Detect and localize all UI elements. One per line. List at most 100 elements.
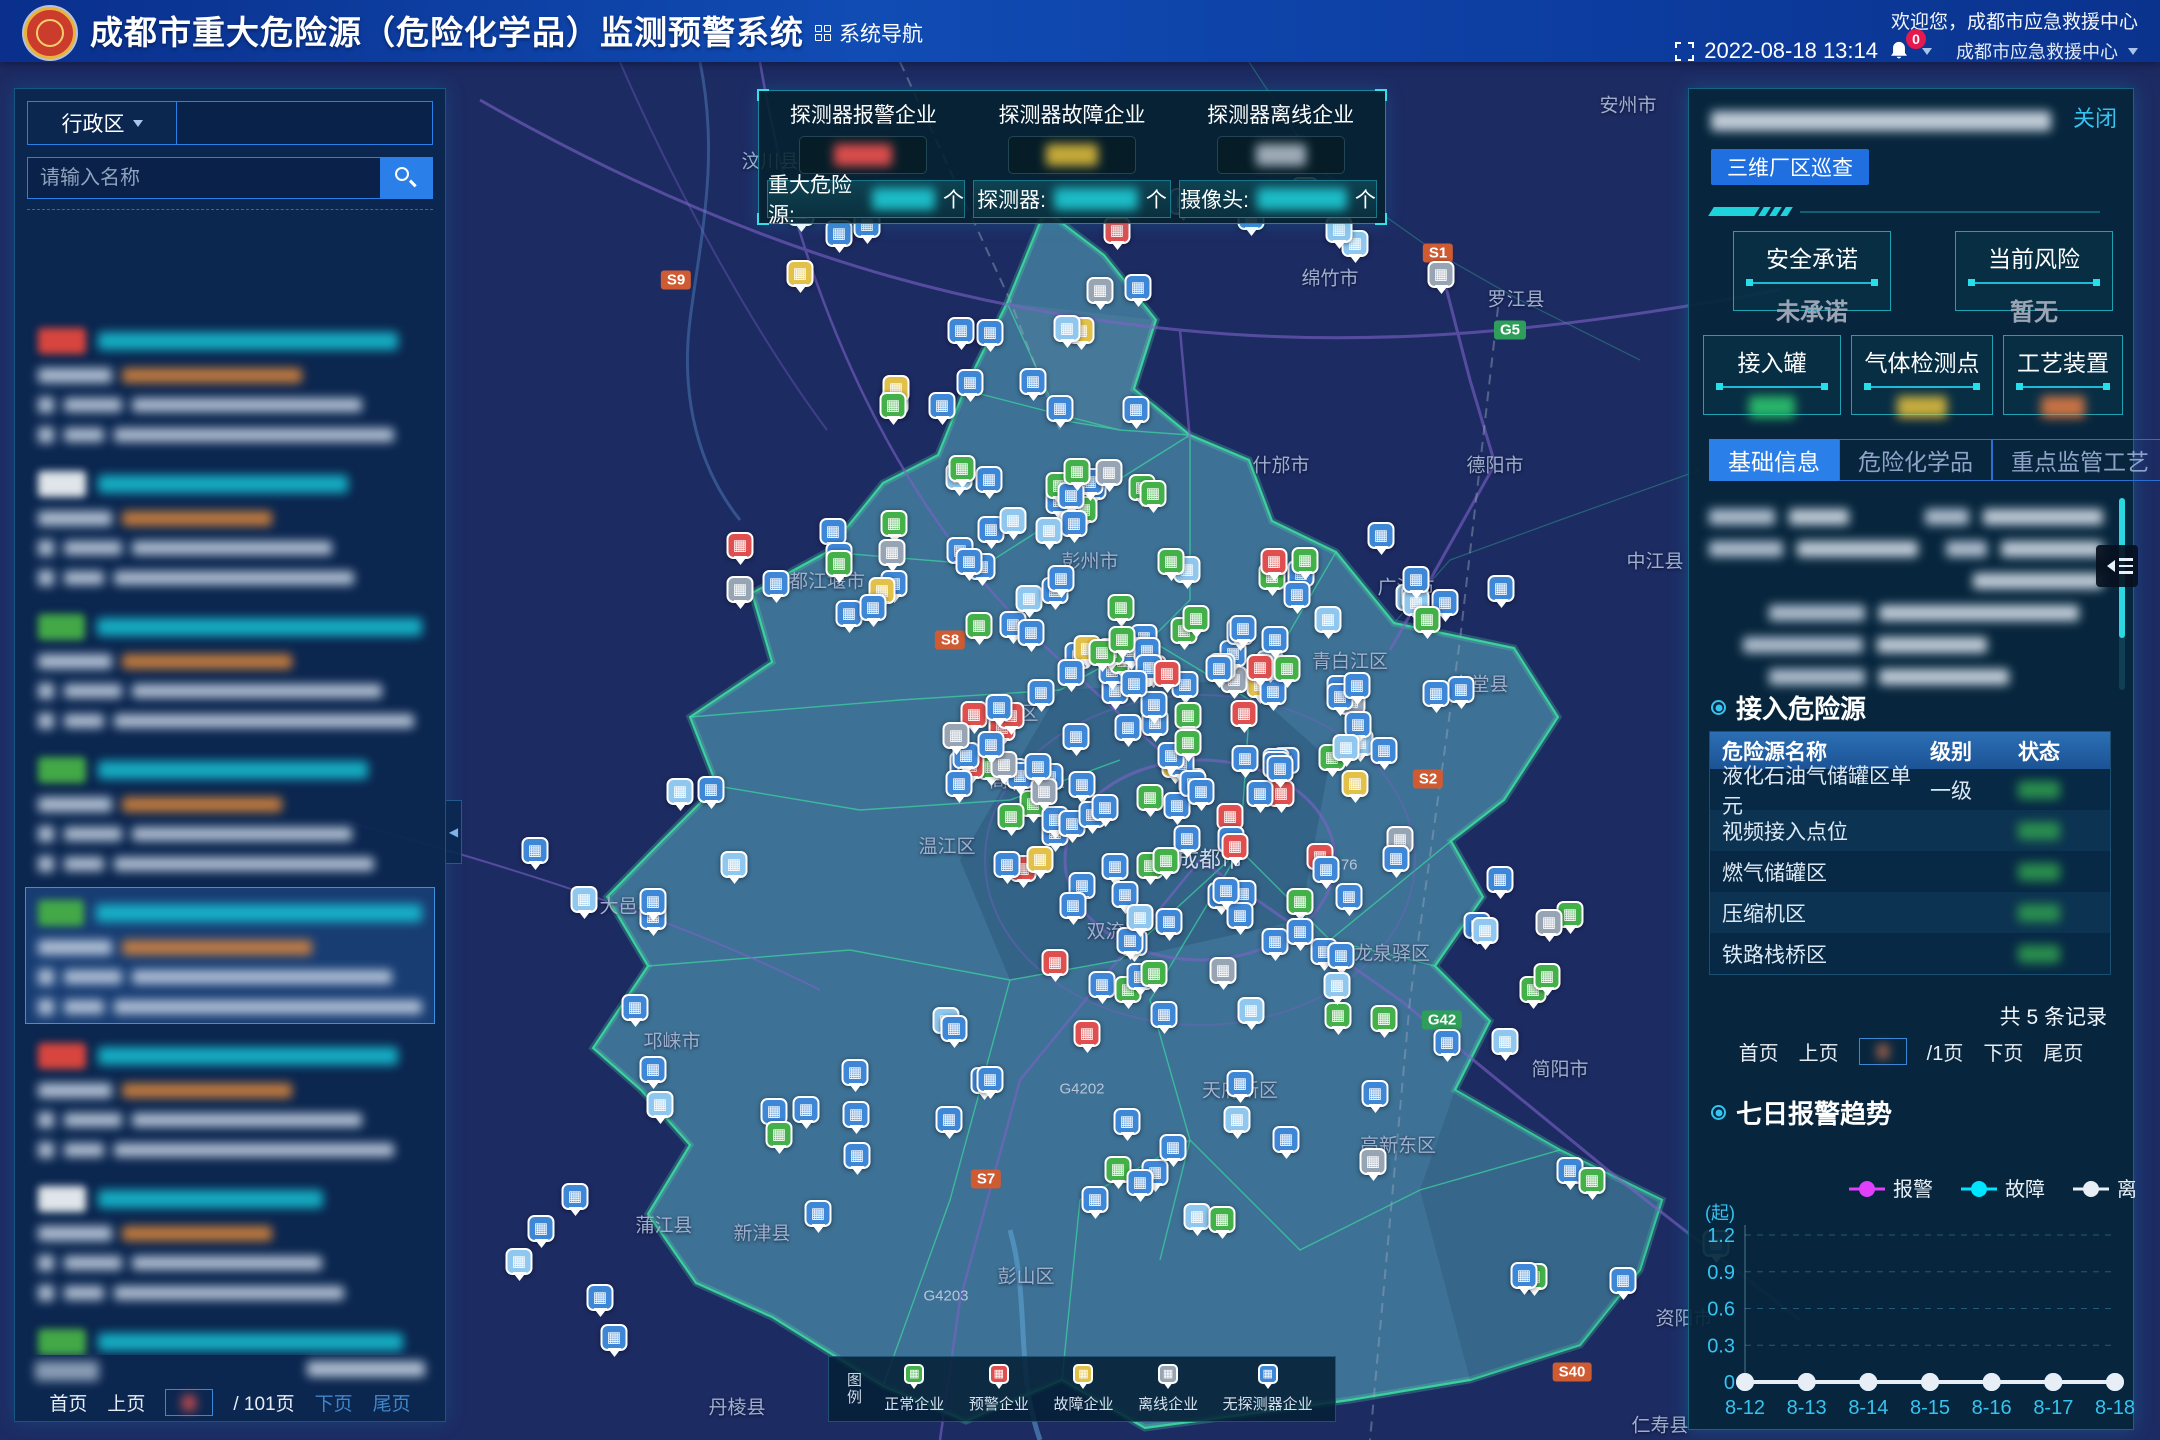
map-marker[interactable]: ▦	[877, 539, 907, 579]
map-marker[interactable]: ▦	[1228, 615, 1258, 655]
map-marker[interactable]: ▦	[504, 1248, 534, 1288]
map-marker[interactable]: ▦	[665, 778, 695, 818]
map-marker[interactable]: ▦	[1151, 847, 1181, 887]
prev-page-button[interactable]: 上页	[107, 1389, 145, 1416]
map-marker[interactable]: ▦	[1125, 1169, 1155, 1209]
chevron-down-icon[interactable]	[1922, 48, 1932, 60]
map-marker[interactable]: ▦	[638, 1056, 668, 1096]
map-marker[interactable]: ▦	[998, 507, 1028, 547]
map-marker[interactable]: ▦	[1094, 459, 1124, 499]
map-marker[interactable]: ▦	[1282, 581, 1312, 621]
map-marker[interactable]: ▦	[791, 1096, 821, 1136]
map-marker[interactable]: ▦	[1532, 963, 1562, 1003]
map-marker[interactable]: ▦	[1207, 1206, 1237, 1246]
map-marker[interactable]: ▦	[975, 319, 1005, 359]
map-marker[interactable]: ▦	[1034, 517, 1064, 557]
map-marker[interactable]: ▦	[1401, 566, 1431, 606]
hazard-table-row[interactable]: 燃气储罐区	[1710, 851, 2110, 892]
map-marker[interactable]: ▦	[638, 888, 668, 928]
map-marker[interactable]: ▦	[803, 1200, 833, 1240]
map-marker[interactable]: ▦	[1156, 548, 1186, 588]
map-marker[interactable]: ▦	[955, 369, 985, 409]
next-page-button[interactable]: 下页	[1983, 1037, 2023, 1066]
map-marker[interactable]: ▦	[878, 392, 908, 432]
map-marker[interactable]: ▦	[842, 1142, 872, 1182]
map-marker[interactable]: ▦	[1173, 729, 1203, 769]
last-page-button[interactable]: 尾页	[373, 1389, 411, 1416]
map-marker[interactable]: ▦	[696, 776, 726, 816]
map-marker[interactable]: ▦	[785, 260, 815, 300]
map-marker[interactable]: ▦	[1577, 1167, 1607, 1207]
notification-bell-icon[interactable]: 0	[1888, 39, 1912, 63]
last-page-button[interactable]: 尾页	[2043, 1037, 2083, 1066]
map-marker[interactable]: ▦	[1421, 680, 1451, 720]
map-marker[interactable]: ▦	[1112, 1108, 1142, 1148]
map-marker[interactable]: ▦	[1225, 1070, 1255, 1110]
map-marker[interactable]: ▦	[1090, 794, 1120, 834]
map-marker[interactable]: ▦	[947, 455, 977, 495]
first-page-button[interactable]: 首页	[49, 1389, 87, 1416]
company-list-item[interactable]	[25, 1173, 435, 1310]
map-marker[interactable]: ▦	[1061, 723, 1091, 763]
map-marker[interactable]: ▦	[1113, 714, 1143, 754]
close-button[interactable]: 关闭	[2073, 101, 2117, 133]
page-number-input[interactable]	[1859, 1038, 1907, 1065]
map-marker[interactable]: ▦	[1152, 660, 1182, 700]
map-marker[interactable]: ▦	[939, 1015, 969, 1055]
next-page-button[interactable]: 下页	[315, 1389, 353, 1416]
map-marker[interactable]: ▦	[1025, 846, 1055, 886]
map-marker[interactable]: ▦	[1052, 315, 1082, 355]
hazard-table-row[interactable]: 液化石油气储罐区单元一级	[1710, 769, 2110, 810]
map-marker[interactable]: ▦	[974, 466, 1004, 506]
map-marker[interactable]: ▦	[1229, 700, 1259, 740]
map-marker[interactable]: ▦	[1369, 1005, 1399, 1045]
map-marker[interactable]: ▦	[569, 886, 599, 926]
map-marker[interactable]: ▦	[1018, 368, 1048, 408]
map-marker[interactable]: ▦	[946, 317, 976, 357]
map-marker[interactable]: ▦	[1080, 1186, 1110, 1226]
map-marker[interactable]: ▦	[1412, 606, 1442, 646]
tab-hazardous-chemicals[interactable]: 危险化学品	[1839, 439, 1992, 481]
map-marker[interactable]: ▦	[1045, 395, 1075, 435]
map-marker[interactable]: ▦	[1470, 917, 1500, 957]
company-list-item[interactable]	[25, 1316, 435, 1355]
hazard-table-row[interactable]: 铁路栈桥区	[1710, 933, 2110, 974]
map-marker[interactable]: ▦	[1271, 1126, 1301, 1166]
map-marker[interactable]: ▦	[1220, 833, 1250, 873]
map-marker[interactable]: ▦	[1138, 480, 1168, 520]
map-marker[interactable]: ▦	[761, 570, 791, 610]
fullscreen-icon[interactable]	[1675, 42, 1694, 61]
map-marker[interactable]: ▦	[1181, 605, 1211, 645]
map-marker[interactable]: ▦	[1135, 784, 1165, 824]
company-list-item[interactable]	[25, 601, 435, 738]
system-nav-button[interactable]: 系统导航	[815, 18, 923, 48]
map-marker[interactable]: ▦	[1509, 1262, 1539, 1302]
map-marker[interactable]: ▦	[824, 550, 854, 590]
map-marker[interactable]: ▦	[840, 1059, 870, 1099]
map-marker[interactable]: ▦	[1366, 522, 1396, 562]
map-marker[interactable]: ▦	[1085, 277, 1115, 317]
map-marker[interactable]: ▦	[1040, 949, 1070, 989]
map-marker[interactable]: ▦	[1331, 734, 1361, 774]
map-marker[interactable]: ▦	[1490, 1028, 1520, 1068]
map-marker[interactable]: ▦	[764, 1121, 794, 1161]
map-marker[interactable]: ▦	[992, 851, 1022, 891]
map-marker[interactable]: ▦	[1023, 753, 1053, 793]
user-org-menu[interactable]: 成都市应急救援中心	[1956, 38, 2118, 64]
map-marker[interactable]: ▦	[996, 803, 1026, 843]
map-marker[interactable]: ▦	[944, 770, 974, 810]
map-marker[interactable]: ▦	[858, 594, 888, 634]
map-marker[interactable]: ▦	[1358, 1148, 1388, 1188]
map-marker[interactable]: ▦	[645, 1091, 675, 1131]
map-marker[interactable]: ▦	[620, 994, 650, 1034]
map-marker[interactable]: ▦	[1222, 1106, 1252, 1146]
map-marker[interactable]: ▦	[1236, 997, 1266, 1037]
map-marker[interactable]: ▦	[927, 392, 957, 432]
map-marker[interactable]: ▦	[1107, 626, 1137, 666]
map-marker[interactable]: ▦	[1149, 1001, 1179, 1041]
sidebar-collapse-button[interactable]: ◀	[446, 800, 462, 864]
map-marker[interactable]: ▦	[1285, 918, 1315, 958]
chevron-down-icon[interactable]	[2128, 48, 2138, 60]
map-marker[interactable]: ▦	[1360, 1080, 1390, 1120]
map-marker[interactable]: ▦	[1208, 957, 1238, 997]
